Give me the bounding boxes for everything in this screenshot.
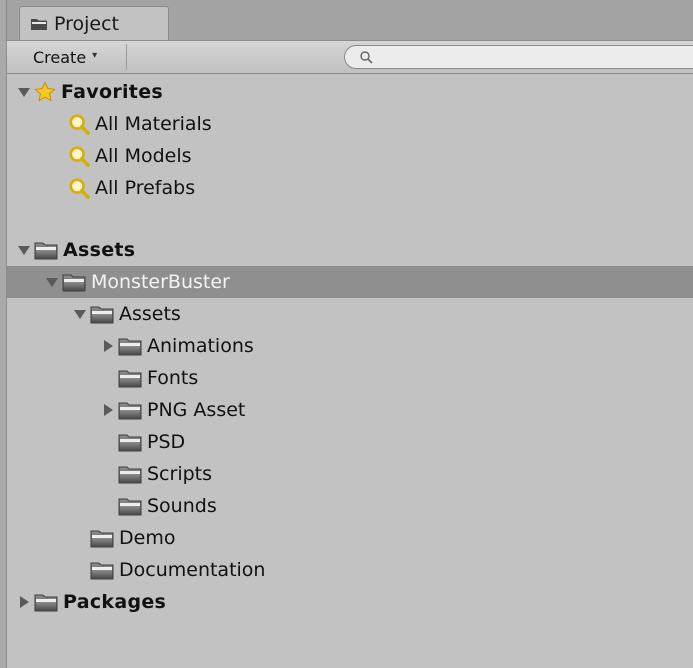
tab-project[interactable]: Project [19, 6, 169, 40]
star-icon [33, 81, 57, 103]
tree-label: All Materials [95, 113, 212, 135]
tree-row-monsterbuster[interactable]: MonsterBuster [7, 266, 693, 298]
tree-row-scripts[interactable]: Scripts [7, 458, 693, 490]
folder-icon [61, 271, 87, 293]
create-label: Create [33, 47, 87, 67]
folder-icon [117, 463, 143, 485]
expand-arrow-right-icon[interactable] [101, 339, 115, 353]
folder-icon [31, 18, 47, 30]
window-frame [0, 0, 7, 668]
search-icon [67, 145, 91, 167]
project-tree: Favorites All Materials All Models All P… [7, 74, 693, 668]
search-field[interactable] [344, 45, 693, 69]
tree-label: MonsterBuster [91, 271, 230, 293]
folder-icon [33, 591, 59, 613]
expand-arrow-down-icon[interactable] [17, 243, 31, 257]
tree-label: Documentation [119, 559, 266, 581]
folder-icon [89, 303, 115, 325]
tree-row-packages[interactable]: Packages [7, 586, 693, 618]
folder-icon [33, 239, 59, 261]
folder-icon [117, 399, 143, 421]
tree-label: Sounds [147, 495, 217, 517]
expand-arrow-down-icon[interactable] [73, 307, 87, 321]
tree-row-all-materials[interactable]: All Materials [7, 108, 693, 140]
tree-label: All Prefabs [95, 177, 196, 199]
expand-arrow-right-icon[interactable] [101, 403, 115, 417]
search-icon [67, 113, 91, 135]
create-button[interactable]: Create ▾ [17, 44, 127, 70]
folder-icon [117, 495, 143, 517]
tree-row-fonts[interactable]: Fonts [7, 362, 693, 394]
tab-label: Project [54, 12, 120, 35]
search-icon [360, 51, 373, 64]
tree-label: Assets [119, 303, 181, 325]
search-input[interactable] [379, 48, 693, 66]
tree-row-sounds[interactable]: Sounds [7, 490, 693, 522]
tree-label: Scripts [147, 463, 213, 485]
tree-row-assets[interactable]: Assets [7, 234, 693, 266]
tree-label: PSD [147, 431, 186, 453]
tree-row-monster-assets[interactable]: Assets [7, 298, 693, 330]
tree-row-png-asset[interactable]: PNG Asset [7, 394, 693, 426]
folder-icon [117, 335, 143, 357]
folder-icon [89, 559, 115, 581]
folder-icon [89, 527, 115, 549]
folder-icon [117, 367, 143, 389]
expand-arrow-down-icon[interactable] [45, 275, 59, 289]
tree-label: Favorites [61, 81, 163, 103]
tree-label: Animations [147, 335, 254, 357]
tree-row-favorites[interactable]: Favorites [7, 76, 693, 108]
tree-label: All Models [95, 145, 192, 167]
tree-row-animations[interactable]: Animations [7, 330, 693, 362]
toolbar: Create ▾ [7, 40, 693, 74]
folder-icon [117, 431, 143, 453]
tree-label: Packages [63, 591, 167, 613]
tree-label: PNG Asset [147, 399, 246, 421]
expand-arrow-down-icon[interactable] [17, 85, 31, 99]
tree-label: Fonts [147, 367, 199, 389]
search-icon [67, 177, 91, 199]
expand-arrow-right-icon[interactable] [17, 595, 31, 609]
tree-row-documentation[interactable]: Documentation [7, 554, 693, 586]
tree-row-demo[interactable]: Demo [7, 522, 693, 554]
tree-row-all-prefabs[interactable]: All Prefabs [7, 172, 693, 204]
chevron-down-icon: ▾ [92, 49, 98, 61]
tree-label: Demo [119, 527, 176, 549]
tree-label: Assets [63, 239, 136, 261]
tab-bar: Project [7, 0, 693, 40]
tree-row-psd[interactable]: PSD [7, 426, 693, 458]
tree-row-all-models[interactable]: All Models [7, 140, 693, 172]
